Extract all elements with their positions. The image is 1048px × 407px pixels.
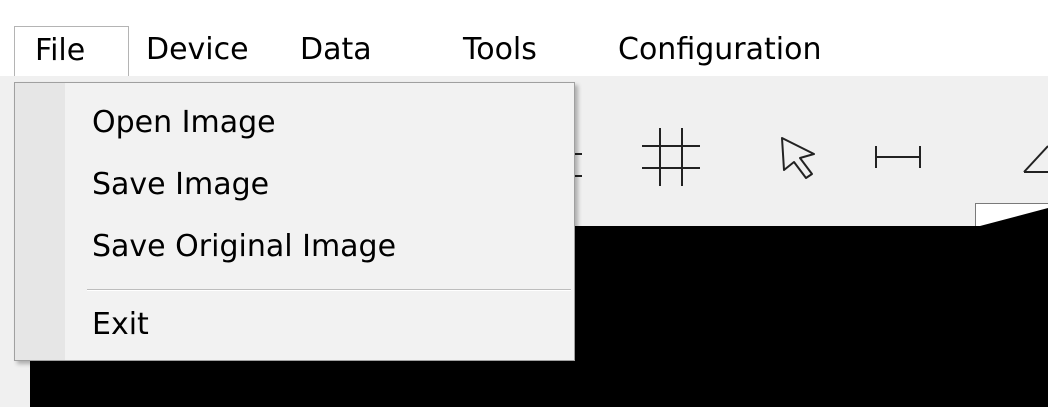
menu-item-open-image[interactable]: Open Image [65, 95, 573, 151]
menu-file[interactable]: File [14, 26, 129, 76]
menu-bar: File Device Data Tools Configuration [0, 0, 1048, 76]
file-menu-dropdown: Open Image Save Image Save Original Imag… [14, 82, 575, 361]
menu-item-save-original-image[interactable]: Save Original Image [65, 219, 573, 275]
menu-tools[interactable]: Tools [463, 26, 537, 76]
measure-angle-icon[interactable] [1020, 136, 1048, 180]
menu-icon-gutter [15, 83, 65, 360]
grid-icon[interactable] [640, 126, 702, 188]
menu-separator [87, 289, 571, 291]
menu-device[interactable]: Device [146, 26, 249, 76]
measure-distance-icon[interactable] [872, 140, 924, 174]
menu-item-save-image[interactable]: Save Image [65, 157, 573, 213]
pointer-icon[interactable] [778, 134, 820, 180]
menu-data[interactable]: Data [300, 26, 372, 76]
menu-item-exit[interactable]: Exit [65, 297, 573, 353]
menu-configuration[interactable]: Configuration [618, 26, 821, 76]
